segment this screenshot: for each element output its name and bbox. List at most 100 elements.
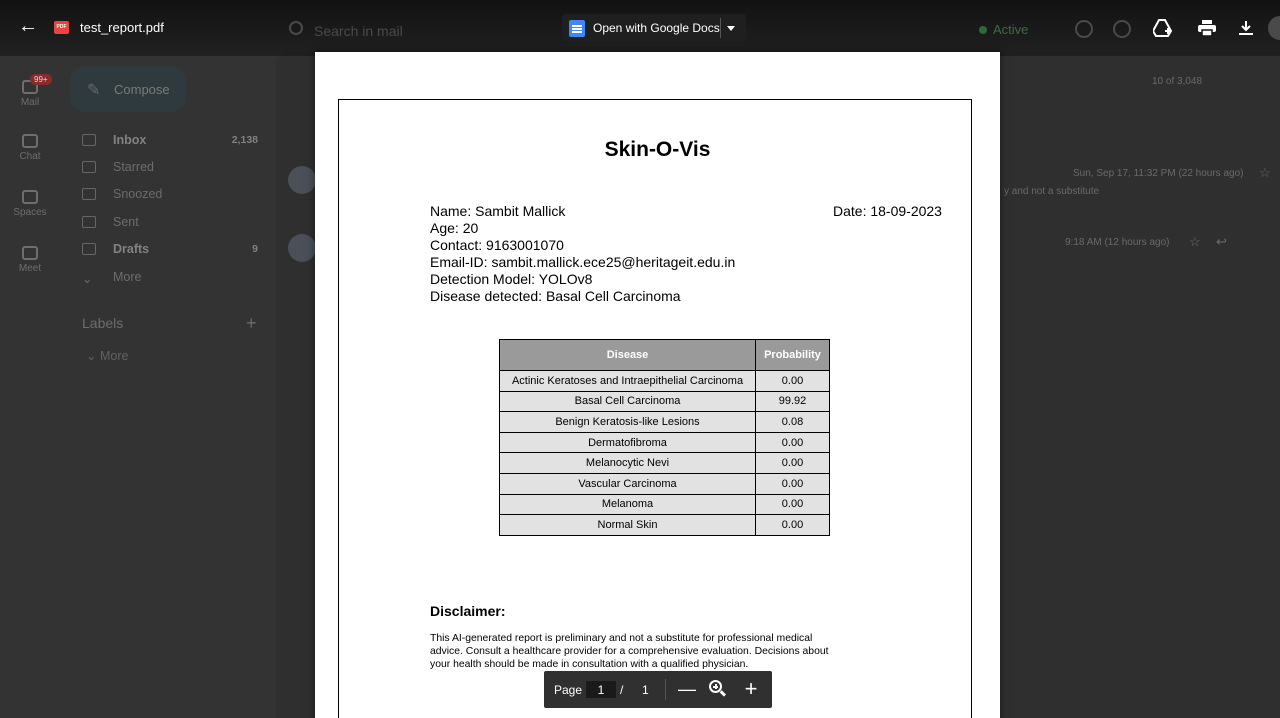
labels-heading: Labels <box>82 315 124 331</box>
gear-icon <box>1113 20 1131 38</box>
nav-item-snoozed[interactable]: Snoozed <box>82 186 262 206</box>
nav-label: Snoozed <box>113 187 163 201</box>
table-row: Benign Keratosis-like Lesions 0.08 <box>499 411 830 433</box>
probability-cell: 0.00 <box>755 493 830 516</box>
chat-icon <box>22 134 38 148</box>
table-row: Vascular Carcinoma 0.00 <box>499 472 830 495</box>
rail-label-meet: Meet <box>18 263 42 274</box>
disease-cell: Vascular Carcinoma <box>499 472 756 495</box>
nav-item-sent[interactable]: Sent <box>82 214 262 234</box>
labels-more[interactable]: ⌄ More <box>86 348 128 363</box>
table-row: Normal Skin 0.00 <box>499 514 830 536</box>
rail-item-chat[interactable]: Chat <box>0 134 60 162</box>
unread-badge: 99+ <box>30 74 52 85</box>
divider <box>720 18 721 38</box>
account-avatar[interactable] <box>1268 16 1280 40</box>
probability-cell: 0.08 <box>755 411 830 433</box>
labels-more-label: More <box>99 349 129 363</box>
disease-cell: Actinic Keratoses and Intraepithelial Ca… <box>499 370 756 392</box>
disclaimer-line: your health should be made in consultati… <box>430 659 749 670</box>
table-row: Actinic Keratoses and Intraepithelial Ca… <box>499 370 830 392</box>
avatar <box>288 166 316 194</box>
zoom-in-button[interactable]: + <box>740 677 762 701</box>
zoom-out-button[interactable]: — <box>676 677 698 701</box>
disease-detected: Disease detected: Basal Cell Carcinoma <box>430 288 681 304</box>
nav-label: Sent <box>113 215 139 229</box>
table-row: Melanoma 0.00 <box>499 493 830 516</box>
detection-model: Detection Model: YOLOv8 <box>430 271 593 287</box>
rail-item-meet[interactable]: Meet <box>0 246 60 274</box>
nav-count: 2,138 <box>231 134 258 146</box>
nav-item-inbox[interactable]: Inbox 2,138 <box>82 132 262 152</box>
email-time: Sun, Sep 17, 11:32 PM (22 hours ago) <box>1073 168 1244 179</box>
add-to-drive-icon[interactable] <box>1149 14 1177 42</box>
star-icon[interactable]: ☆ <box>1259 165 1271 181</box>
download-icon[interactable] <box>1232 14 1260 42</box>
disease-cell: Melanoma <box>499 493 756 516</box>
table-header-row: Disease Probability <box>499 339 830 371</box>
star-icon <box>82 161 96 173</box>
patient-name: Name: Sambit Mallick <box>430 203 566 219</box>
probability-cell: 0.00 <box>755 431 830 454</box>
add-label-icon[interactable]: + <box>246 313 257 334</box>
spaces-icon <box>22 190 38 204</box>
pdf-page: Skin-O-Vis Name: Sambit Mallick Date: 18… <box>315 52 1000 718</box>
patient-age: Age: 20 <box>430 220 479 236</box>
reply-icon[interactable]: ↩ <box>1216 234 1227 250</box>
viewer-toolbar: ← PDF test_report.pdf Search in mail Ope… <box>0 0 1280 56</box>
probability-table: Disease Probability Actinic Keratoses an… <box>499 339 830 536</box>
nav-count: 9 <box>252 243 258 255</box>
star-icon[interactable]: ☆ <box>1189 234 1201 250</box>
pencil-icon: ✎ <box>87 82 101 99</box>
meet-icon <box>22 246 38 260</box>
nav-item-drafts[interactable]: Drafts 9 <box>82 241 262 261</box>
column-header-disease: Disease <box>499 339 756 371</box>
email-time: 9:18 AM (12 hours ago) <box>1065 237 1170 248</box>
compose-label: Compose <box>114 82 170 97</box>
patient-email: Email-ID: sambit.mallick.ece25@heritagei… <box>430 254 736 270</box>
page-controls: Page / 1 — + <box>544 671 772 708</box>
disease-cell: Basal Cell Carcinoma <box>499 390 756 413</box>
pdf-file-icon: PDF <box>54 21 69 34</box>
patient-contact: Contact: 9163001070 <box>430 237 564 253</box>
probability-cell: 0.00 <box>755 370 830 392</box>
disclaimer-heading: Disclaimer: <box>430 603 506 619</box>
nav-label: Drafts <box>113 242 150 256</box>
nav-label: Inbox <box>113 133 147 147</box>
rail-item-spaces[interactable]: Spaces <box>0 190 60 218</box>
probability-cell: 0.00 <box>755 514 830 536</box>
disease-cell: Dermatofibroma <box>499 431 756 454</box>
nav-item-more[interactable]: ⌄ More <box>82 269 262 289</box>
search-icon <box>289 21 303 35</box>
disease-cell: Normal Skin <box>499 514 756 536</box>
chevron-down-icon[interactable] <box>727 26 735 31</box>
open-with-label: Open with Google Docs <box>593 21 720 35</box>
arrow-left-icon[interactable]: ← <box>18 16 38 36</box>
disease-cell: Melanocytic Nevi <box>499 452 756 474</box>
rail-label-spaces: Spaces <box>13 207 47 218</box>
column-header-probability: Probability <box>755 339 830 371</box>
file-name: test_report.pdf <box>80 20 164 35</box>
open-with-google-docs-button[interactable]: Open with Google Docs <box>562 14 746 42</box>
report-date: Date: 18-09-2023 <box>833 203 942 219</box>
table-row: Dermatofibroma 0.00 <box>499 431 830 454</box>
magnifier-handle <box>719 690 727 697</box>
google-docs-icon <box>569 20 585 37</box>
table-row: Basal Cell Carcinoma 99.92 <box>499 390 830 413</box>
rail-item-mail[interactable]: 99+ Mail <box>0 74 60 108</box>
nav-item-starred[interactable]: Starred <box>82 159 262 179</box>
print-icon[interactable] <box>1193 14 1221 42</box>
chevron-down-icon: ⌄ <box>82 272 93 286</box>
page-number-input[interactable] <box>586 681 616 698</box>
rail-label-mail: Mail <box>20 97 40 108</box>
nav-label: More <box>113 270 142 284</box>
disclaimer-line: advice. Consult a healthcare provider fo… <box>430 646 829 657</box>
table-row: Melanocytic Nevi 0.00 <box>499 452 830 474</box>
pdf-preview-screen: 99+ Mail Chat Spaces Meet ✎ Compose Inbo… <box>0 0 1280 718</box>
compose-button[interactable]: ✎ Compose <box>70 66 186 112</box>
zoom-reset-icon[interactable] <box>706 677 728 701</box>
probability-cell: 99.92 <box>755 390 830 413</box>
disease-cell: Benign Keratosis-like Lesions <box>499 411 756 433</box>
clock-icon <box>82 188 96 200</box>
nav-label: Starred <box>113 160 154 174</box>
